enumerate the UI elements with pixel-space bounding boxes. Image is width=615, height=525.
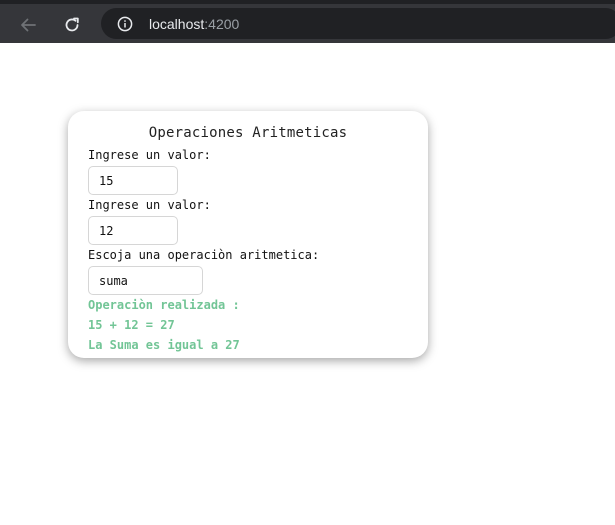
- back-button[interactable]: [16, 13, 40, 37]
- result-heading: Operaciòn realizada :: [88, 298, 240, 312]
- info-icon[interactable]: [117, 16, 133, 32]
- result-sentence: La Suma es igual a 27: [88, 338, 240, 352]
- address-bar[interactable]: localhost:4200: [101, 8, 615, 39]
- browser-toolbar: localhost:4200: [0, 0, 615, 43]
- value2-label: Ingrese un valor:: [88, 198, 211, 212]
- reload-icon: [65, 17, 79, 32]
- value2-input[interactable]: [88, 216, 178, 245]
- page-title: Operaciones Aritmeticas: [148, 125, 348, 141]
- value1-label: Ingrese un valor:: [88, 148, 211, 162]
- operation-label: Escoja una operaciòn aritmetica:: [88, 248, 320, 262]
- operation-input[interactable]: [88, 266, 203, 295]
- back-arrow-icon: [21, 18, 36, 32]
- result-expression: 15 + 12 = 27: [88, 318, 175, 332]
- url-text[interactable]: localhost:4200: [149, 16, 239, 32]
- url-host: localhost: [149, 15, 205, 32]
- url-port: :4200: [204, 15, 240, 32]
- operations-card: Operaciones Aritmeticas Ingrese un valor…: [68, 111, 428, 358]
- value1-input[interactable]: [88, 166, 178, 195]
- reload-button[interactable]: [60, 13, 84, 37]
